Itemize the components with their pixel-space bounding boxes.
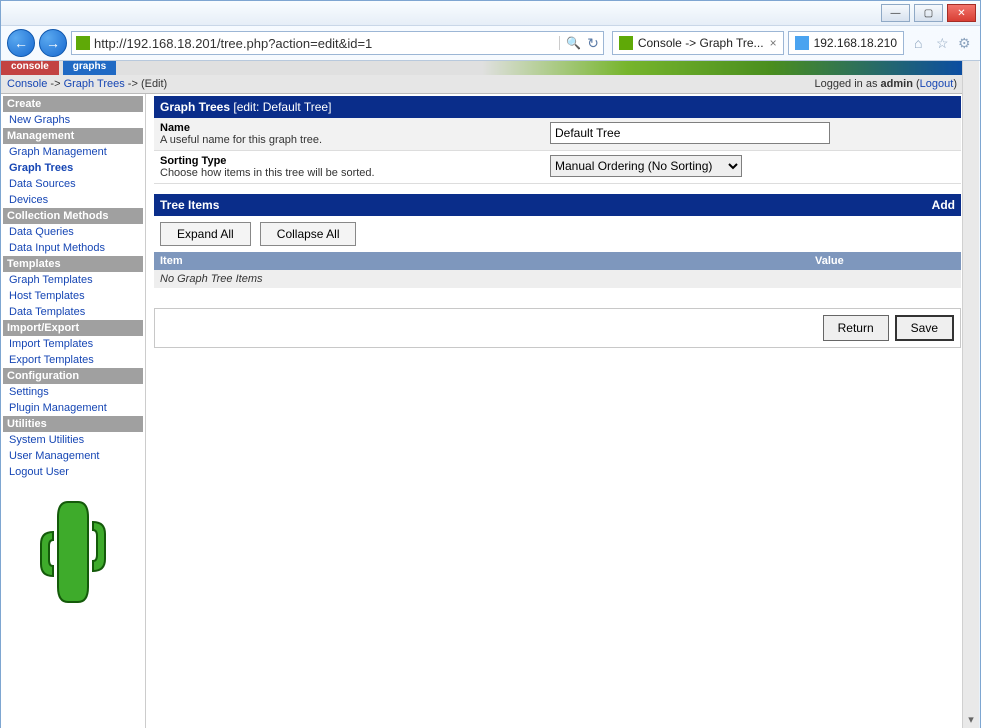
addr-separator <box>559 36 560 50</box>
refresh-icon[interactable]: ↻ <box>587 35 599 52</box>
main-panel: Graph Trees [edit: Default Tree] Name A … <box>146 94 963 728</box>
browser-toolbar: ← → http://192.168.18.201/tree.php?actio… <box>1 26 980 61</box>
tab-console-graph-trees[interactable]: Console -> Graph Tre... × <box>612 31 784 55</box>
sidebar-header-configuration: Configuration <box>3 368 143 384</box>
sidebar: Create New Graphs Management Graph Manag… <box>1 94 146 728</box>
sidebar-header-collection: Collection Methods <box>3 208 143 224</box>
sidebar-item-graph-templates[interactable]: Graph Templates <box>3 272 143 288</box>
breadcrumb-sep: -> <box>128 78 138 90</box>
logged-in-label: Logged in as <box>814 78 880 90</box>
name-label: Name <box>160 122 550 134</box>
add-link[interactable]: Add <box>932 198 955 212</box>
name-input[interactable] <box>550 122 830 144</box>
search-icon[interactable]: 🔍 <box>566 36 581 50</box>
return-button[interactable]: Return <box>823 315 889 341</box>
sorting-type-label: Sorting Type <box>160 155 550 167</box>
heading-subtext: [edit: Default Tree] <box>233 100 331 114</box>
page-icon <box>795 36 809 50</box>
sidebar-item-export-templates[interactable]: Export Templates <box>3 352 143 368</box>
tree-items-heading: Tree Items <box>160 198 219 212</box>
breadcrumb-sep: -> <box>50 78 60 90</box>
breadcrumb-edit: (Edit) <box>141 78 167 90</box>
window-maximize-button[interactable]: ▢ <box>914 4 943 22</box>
name-description: A useful name for this graph tree. <box>160 134 550 146</box>
sidebar-item-logout-user[interactable]: Logout User <box>3 464 143 480</box>
heading-text: Graph Trees <box>160 100 233 114</box>
tab-graphs[interactable]: graphs <box>63 61 116 75</box>
section-header-graph-trees: Graph Trees [edit: Default Tree] <box>154 96 961 118</box>
logged-in-user: admin <box>881 78 913 90</box>
cacti-top-tabs: console graphs <box>1 61 963 75</box>
sorting-type-description: Choose how items in this tree will be so… <box>160 167 550 179</box>
tab-console[interactable]: console <box>1 61 59 75</box>
forward-button[interactable]: → <box>39 29 67 57</box>
tab-192-168-18-210[interactable]: 192.168.18.210 <box>788 31 904 55</box>
sidebar-header-templates: Templates <box>3 256 143 272</box>
breadcrumb: Console -> Graph Trees -> (Edit) Logged … <box>1 75 963 94</box>
cacti-logo <box>3 492 143 612</box>
tab-label: 192.168.18.210 <box>814 36 897 50</box>
home-icon[interactable]: ⌂ <box>914 35 930 51</box>
sidebar-item-system-utilities[interactable]: System Utilities <box>3 432 143 448</box>
sidebar-item-data-sources[interactable]: Data Sources <box>3 176 143 192</box>
vertical-scrollbar[interactable]: ▾ <box>962 61 979 728</box>
logout-link[interactable]: Logout <box>920 78 954 90</box>
sidebar-header-importexport: Import/Export <box>3 320 143 336</box>
window-title-bar: — ▢ ✕ <box>1 1 980 26</box>
sidebar-item-new-graphs[interactable]: New Graphs <box>3 112 143 128</box>
sidebar-header-create: Create <box>3 96 143 112</box>
window-close-button[interactable]: ✕ <box>947 4 976 22</box>
save-button[interactable]: Save <box>895 315 954 341</box>
sidebar-item-graph-trees[interactable]: Graph Trees <box>3 160 143 176</box>
sidebar-item-host-templates[interactable]: Host Templates <box>3 288 143 304</box>
expand-all-button[interactable]: Expand All <box>160 222 251 246</box>
sidebar-item-plugin-management[interactable]: Plugin Management <box>3 400 143 416</box>
sidebar-item-data-queries[interactable]: Data Queries <box>3 224 143 240</box>
sidebar-header-utilities: Utilities <box>3 416 143 432</box>
url-text: http://192.168.18.201/tree.php?action=ed… <box>94 36 553 51</box>
sidebar-item-data-templates[interactable]: Data Templates <box>3 304 143 320</box>
window-minimize-button[interactable]: — <box>881 4 910 22</box>
tab-label: Console -> Graph Tre... <box>638 36 764 50</box>
sidebar-item-user-management[interactable]: User Management <box>3 448 143 464</box>
cacti-icon <box>619 36 633 50</box>
sorting-type-select[interactable]: Manual Ordering (No Sorting) <box>550 155 742 177</box>
close-tab-icon[interactable]: × <box>770 36 777 50</box>
sidebar-item-import-templates[interactable]: Import Templates <box>3 336 143 352</box>
sidebar-item-data-input[interactable]: Data Input Methods <box>3 240 143 256</box>
sidebar-item-devices[interactable]: Devices <box>3 192 143 208</box>
address-bar[interactable]: http://192.168.18.201/tree.php?action=ed… <box>71 31 604 55</box>
site-icon <box>76 36 90 50</box>
tools-icon[interactable]: ⚙ <box>958 35 974 51</box>
empty-message: No Graph Tree Items <box>154 270 961 288</box>
browser-tabs: Console -> Graph Tre... × 192.168.18.210 <box>608 31 904 55</box>
sidebar-header-management: Management <box>3 128 143 144</box>
sidebar-item-settings[interactable]: Settings <box>3 384 143 400</box>
back-button[interactable]: ← <box>7 29 35 57</box>
collapse-all-button[interactable]: Collapse All <box>260 222 357 246</box>
column-item: Item <box>160 255 815 267</box>
favorites-icon[interactable]: ☆ <box>936 35 952 51</box>
column-value: Value <box>815 255 955 267</box>
scroll-down-icon[interactable]: ▾ <box>965 711 977 727</box>
breadcrumb-console[interactable]: Console <box>7 78 47 90</box>
sidebar-item-graph-management[interactable]: Graph Management <box>3 144 143 160</box>
breadcrumb-graph-trees[interactable]: Graph Trees <box>64 78 125 90</box>
